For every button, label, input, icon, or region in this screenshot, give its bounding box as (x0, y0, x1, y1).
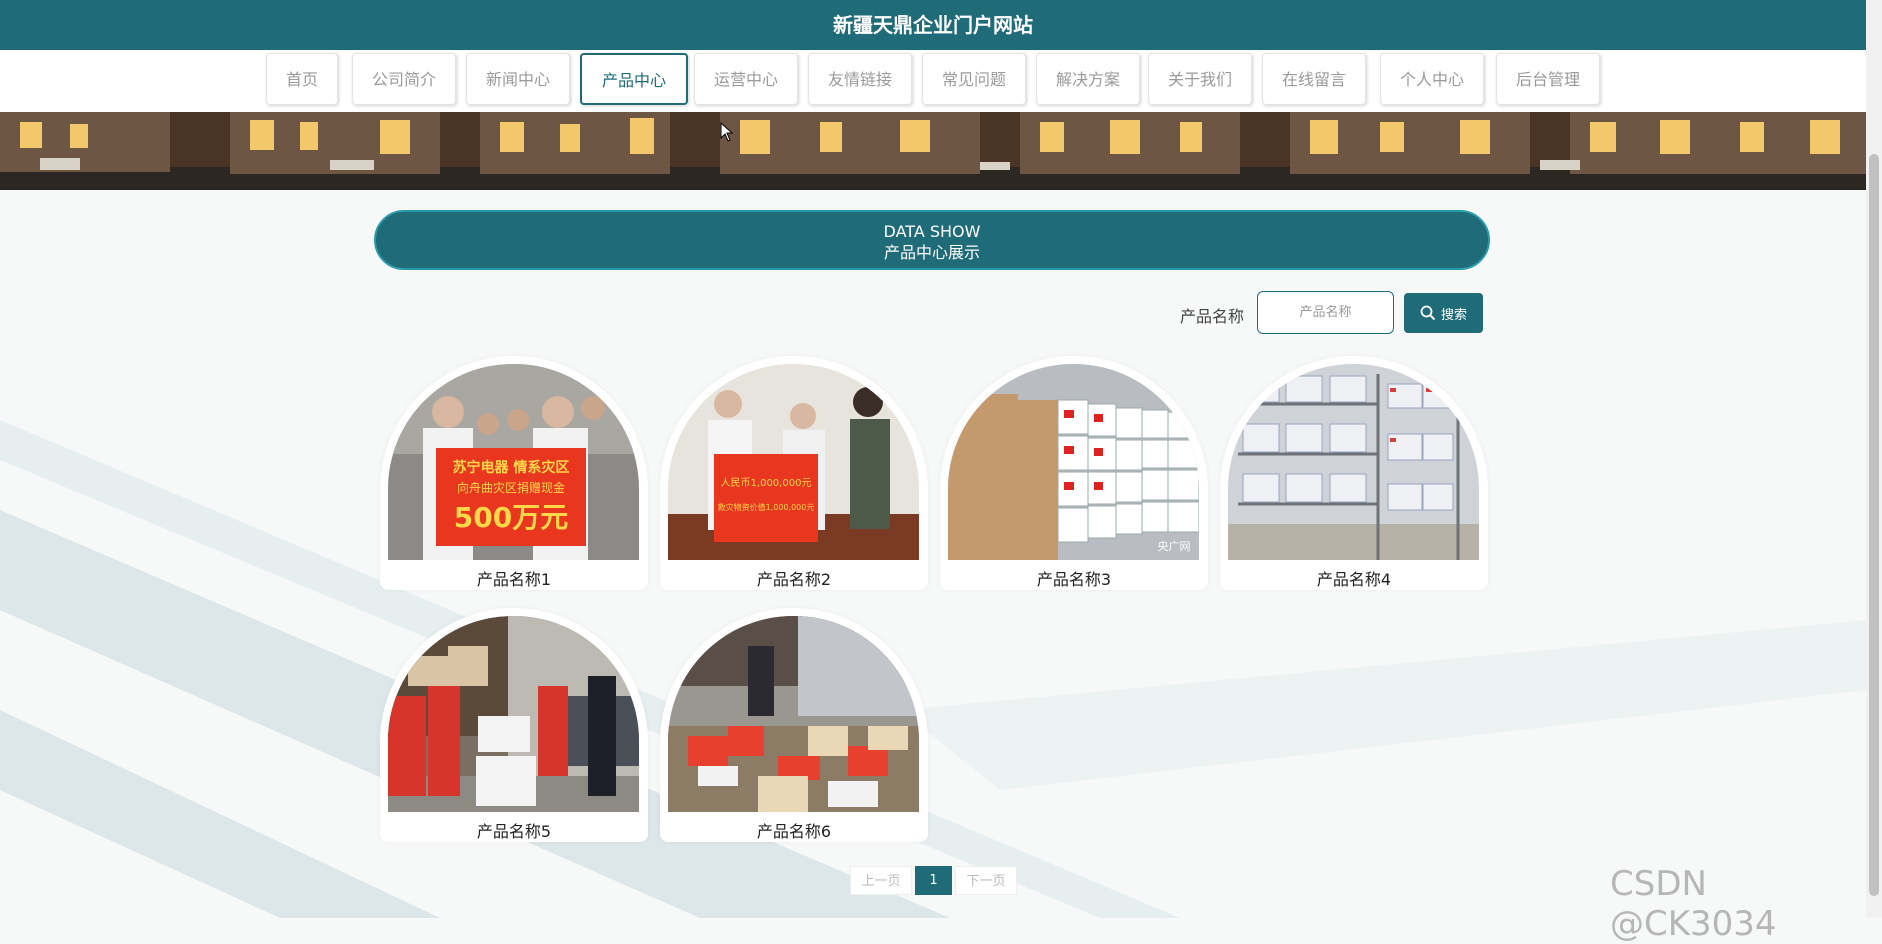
search-button-label: 搜索 (1440, 307, 1467, 323)
site-title: 新疆天鼎企业门户网站 (833, 13, 1033, 37)
section-title-banner: DATA SHOW 产品中心展示 (374, 210, 1490, 270)
search-button[interactable]: 搜索 (1404, 293, 1483, 333)
nav-item-friend-links[interactable]: 友情链接 (808, 53, 912, 105)
search-icon (1420, 305, 1436, 321)
product-image: 苏宁电器 情系灾区 向舟曲灾区捐赠现金 500万元 (388, 364, 639, 560)
main-content: DATA SHOW 产品中心展示 产品名称 搜索 苏宁电器 情系灾区 向舟曲灾区… (0, 0, 1866, 918)
product-image: 人民币1,000,000元 救灾物资价值1,000,000元 (668, 364, 919, 560)
product-card[interactable]: 苏宁电器 情系灾区 向舟曲灾区捐赠现金 500万元 产品名称1 (380, 356, 648, 590)
search-label: 产品名称 (1180, 307, 1245, 326)
watermark: CSDN @CK3034 (1610, 864, 1777, 944)
product-name: 产品名称4 (1316, 570, 1392, 589)
nav-item-home[interactable]: 首页 (266, 53, 338, 105)
nav-item-personal-center[interactable]: 个人中心 (1380, 53, 1484, 105)
nav-item-about-us[interactable]: 关于我们 (1148, 53, 1252, 105)
svg-text:救灾物资价值1,000,000元: 救灾物资价值1,000,000元 (718, 502, 815, 512)
svg-text:向舟曲灾区捐赠现金: 向舟曲灾区捐赠现金 (457, 480, 565, 495)
nav-item-operations-center[interactable]: 运营中心 (694, 53, 798, 105)
search-input[interactable] (1257, 291, 1394, 334)
mouse-cursor-icon (720, 122, 734, 142)
current-page-button[interactable]: 1 (915, 866, 952, 895)
section-title-cn: 产品中心展示 (883, 243, 980, 262)
product-card[interactable]: 产品名称4 (1220, 356, 1488, 590)
product-name: 产品名称3 (1036, 570, 1112, 589)
product-name: 产品名称2 (756, 570, 832, 589)
nav-item-solutions[interactable]: 解决方案 (1036, 53, 1140, 105)
nav-item-news-center[interactable]: 新闻中心 (466, 53, 570, 105)
nav-item-faq[interactable]: 常见问题 (922, 53, 1026, 105)
nav-item-company-intro[interactable]: 公司简介 (352, 53, 456, 105)
product-name: 产品名称5 (476, 822, 552, 841)
vertical-scrollbar[interactable] (1866, 0, 1882, 918)
site-header: 新疆天鼎企业门户网站 (0, 0, 1866, 50)
product-card[interactable]: 央广网 产品名称3 (940, 356, 1208, 590)
product-image (388, 616, 639, 812)
scrollbar-thumb[interactable] (1869, 154, 1879, 896)
nav-item-online-message[interactable]: 在线留言 (1262, 53, 1366, 105)
product-card[interactable]: 产品名称5 (380, 608, 648, 842)
product-name: 产品名称6 (756, 822, 832, 841)
nav-item-admin[interactable]: 后台管理 (1496, 53, 1600, 105)
product-card[interactable]: 产品名称6 (660, 608, 928, 842)
svg-text:苏宁电器 情系灾区: 苏宁电器 情系灾区 (453, 459, 570, 476)
product-name: 产品名称1 (476, 570, 552, 589)
prev-page-button[interactable]: 上一页 (850, 866, 912, 895)
svg-text:人民币1,000,000元: 人民币1,000,000元 (721, 477, 812, 489)
main-nav: 首页 公司简介 新闻中心 产品中心 运营中心 友情链接 常见问题 解决方案 关于… (0, 50, 1866, 112)
product-image (668, 616, 919, 812)
section-title-en: DATA SHOW (883, 222, 981, 241)
product-image: 央广网 (948, 364, 1199, 560)
product-image (1228, 364, 1479, 560)
next-page-button[interactable]: 下一页 (955, 866, 1017, 895)
svg-text:央广网: 央广网 (1158, 540, 1191, 553)
nav-item-product-center[interactable]: 产品中心 (580, 53, 688, 105)
product-card[interactable]: 人民币1,000,000元 救灾物资价值1,000,000元 产品名称2 (660, 356, 928, 590)
svg-text:500万元: 500万元 (454, 501, 568, 534)
